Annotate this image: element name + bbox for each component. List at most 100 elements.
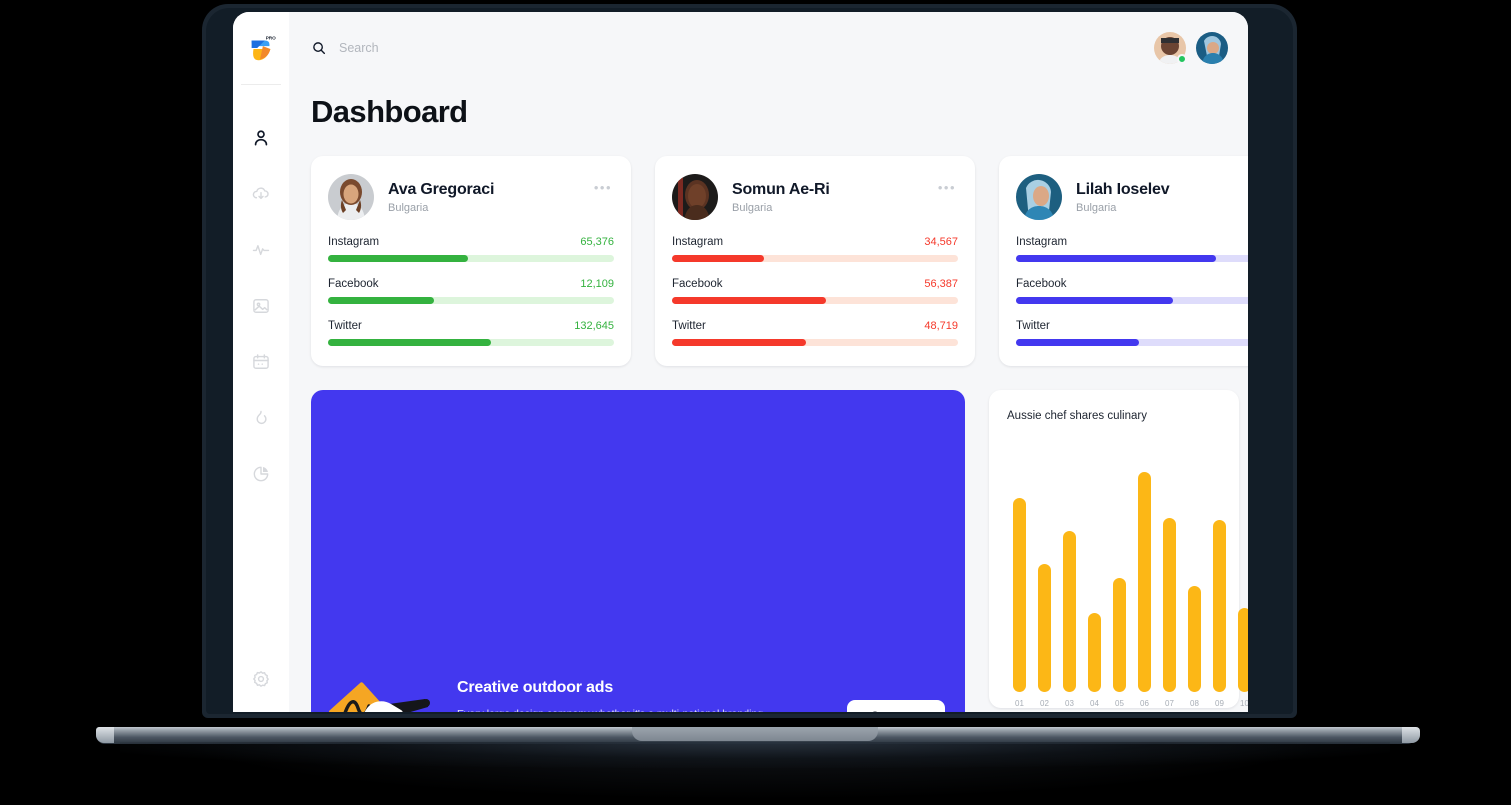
bar-x-label: 08: [1190, 699, 1199, 708]
profile-header: Ava Gregoraci Bulgaria •••: [328, 174, 614, 220]
sidebar-item-reports[interactable]: [250, 463, 272, 485]
stat-label: Facebook: [328, 278, 379, 290]
progress-fill: [672, 297, 827, 304]
stat-row: Instagram: [1016, 236, 1248, 262]
bar-column: 01: [1007, 438, 1032, 708]
search-bar[interactable]: [311, 40, 539, 56]
more-options-icon[interactable]: •••: [938, 180, 956, 195]
avatar-user-1[interactable]: [1154, 32, 1187, 64]
bar-column: 05: [1107, 438, 1132, 708]
bar-x-label: 06: [1140, 699, 1149, 708]
logo-mark-icon: PRO: [246, 32, 276, 64]
progress-track: [672, 339, 958, 346]
stat-label: Instagram: [1016, 236, 1068, 248]
banner-description: Every large design company whether it's …: [457, 706, 787, 712]
bar: [1213, 520, 1226, 692]
profile-card[interactable]: Somun Ae-Ri Bulgaria ••• Instagram 34,56…: [655, 156, 975, 366]
more-options-icon[interactable]: •••: [594, 180, 612, 195]
progress-fill: [1016, 255, 1217, 262]
topbar-actions: [1154, 32, 1248, 64]
promo-banner: Creative outdoor ads Every large design …: [311, 390, 965, 712]
progress-fill: [1016, 339, 1139, 346]
progress-track: [328, 255, 614, 262]
bar-column: 07: [1157, 438, 1182, 708]
app-logo[interactable]: PRO: [233, 12, 289, 84]
stat-label: Twitter: [328, 320, 362, 332]
search-icon: [311, 40, 327, 56]
bar-column: 08: [1182, 438, 1207, 708]
see-more-button[interactable]: See more: [847, 700, 945, 712]
stat-value: 34,567: [924, 236, 958, 248]
sidebar-item-media[interactable]: [250, 295, 272, 317]
stat-row: Facebook: [1016, 278, 1248, 304]
sidebar-nav: [233, 85, 289, 485]
laptop-screen: PRO Search Dashboard Ava Gregoraci Bulga…: [233, 12, 1248, 712]
sidebar: PRO: [233, 12, 289, 712]
profile-location: Bulgaria: [1076, 201, 1117, 214]
profile-location: Bulgaria: [732, 201, 773, 214]
sidebar-item-profile[interactable]: [250, 127, 272, 149]
avatar: [1016, 174, 1062, 220]
bar: [1188, 586, 1201, 692]
bar-x-label: 05: [1115, 699, 1124, 708]
stat-row: Twitter: [1016, 320, 1248, 346]
sidebar-item-activity[interactable]: [250, 239, 272, 261]
hand-drawing-icon: [328, 669, 439, 712]
laptop-base-shadow: [120, 742, 1390, 768]
bar-x-label: 02: [1040, 699, 1049, 708]
bar-x-label: 03: [1065, 699, 1074, 708]
profile-name: Ava Gregoraci: [388, 180, 495, 198]
sidebar-item-calendar[interactable]: [250, 351, 272, 373]
page-title: Dashboard: [311, 94, 468, 129]
search-input[interactable]: [339, 41, 539, 55]
profile-identity: Ava Gregoraci Bulgaria: [388, 181, 494, 214]
progress-track: [328, 339, 614, 346]
bar-x-label: 01: [1015, 699, 1024, 708]
bar: [1088, 613, 1101, 692]
bar: [1138, 472, 1151, 692]
progress-track: [672, 297, 958, 304]
bar-x-label: 10: [1240, 699, 1248, 708]
stat-value: 56,387: [924, 278, 958, 290]
laptop-base-edge-left: [96, 727, 114, 743]
profile-identity: Lilah Ioselev Bulgaria: [1076, 181, 1170, 214]
svg-text:PRO: PRO: [266, 36, 276, 41]
laptop-base-notch: [632, 727, 878, 741]
banner-and-chart-row: Creative outdoor ads Every large design …: [311, 390, 1248, 712]
bar: [1238, 608, 1248, 692]
stat-label: Twitter: [672, 320, 706, 332]
sidebar-item-trending[interactable]: [250, 407, 272, 429]
bar-x-label: 07: [1165, 699, 1174, 708]
sidebar-item-uploads[interactable]: [250, 183, 272, 205]
avatar-user-2[interactable]: [1196, 32, 1228, 64]
stat-row: Twitter 48,719: [672, 320, 958, 346]
stat-label: Instagram: [672, 236, 724, 248]
progress-fill: [1016, 297, 1174, 304]
bar: [1063, 531, 1076, 692]
page-body: Dashboard Ava Gregoraci Bulgaria ••• Ins…: [289, 84, 1248, 712]
profile-header: Lilah Ioselev Bulgaria: [1016, 174, 1248, 220]
sidebar-item-settings[interactable]: [250, 668, 272, 690]
stat-value: 48,719: [924, 320, 958, 332]
topbar: [289, 12, 1248, 84]
profile-card[interactable]: Lilah Ioselev Bulgaria Instagram Faceboo…: [999, 156, 1248, 366]
bar: [1113, 578, 1126, 692]
bar-column: 03: [1057, 438, 1082, 708]
progress-track: [1016, 297, 1248, 304]
stat-label: Instagram: [328, 236, 380, 248]
stat-label: Facebook: [1016, 278, 1067, 290]
bar-chart-card: Aussie chef shares culinary 01 02 03 04 05 06…: [989, 390, 1248, 708]
progress-fill: [328, 255, 469, 262]
dashboard-app: PRO Search Dashboard Ava Gregoraci Bulga…: [233, 12, 1248, 712]
progress-track: [1016, 339, 1248, 346]
right-column: Aussie chef shares culinary 01 02 03 04 05 06…: [989, 390, 1248, 708]
bar-x-label: 04: [1090, 699, 1099, 708]
profile-card[interactable]: Ava Gregoraci Bulgaria ••• Instagram 65,…: [311, 156, 631, 366]
stat-row: Instagram 65,376: [328, 236, 614, 262]
chart-title: Aussie chef shares culinary: [1007, 410, 1147, 422]
screenshot-stage: PRO Search Dashboard Ava Gregoraci Bulga…: [0, 0, 1511, 805]
progress-fill: [672, 255, 764, 262]
progress-track: [1016, 255, 1248, 262]
laptop-base-edge-right: [1402, 727, 1420, 743]
progress-track: [672, 255, 958, 262]
